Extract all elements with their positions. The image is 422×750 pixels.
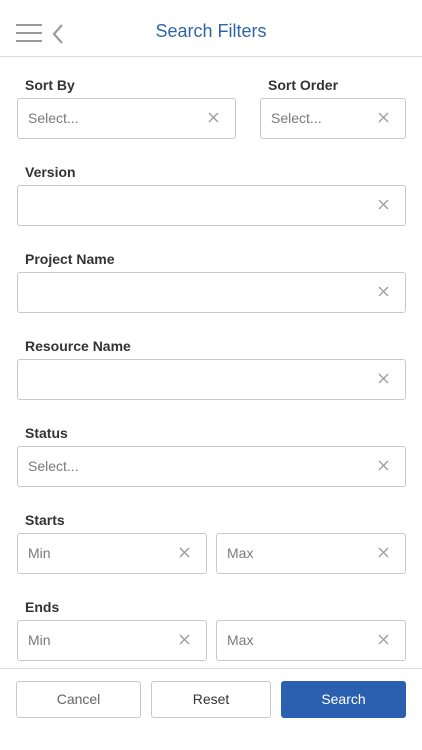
header-bar: Search Filters [0, 0, 422, 57]
page-title: Search Filters [155, 21, 267, 41]
clear-icon[interactable] [179, 547, 190, 558]
version-input[interactable] [17, 185, 406, 226]
clear-icon[interactable] [378, 112, 389, 123]
clear-icon[interactable] [378, 460, 389, 471]
resource-name-input[interactable] [17, 359, 406, 400]
project-name-input[interactable] [17, 272, 406, 313]
starts-min-placeholder: Min [28, 545, 51, 561]
starts-max-input[interactable]: Max [216, 533, 406, 574]
clear-icon[interactable] [378, 547, 389, 558]
starts-max-placeholder: Max [227, 545, 254, 561]
clear-icon[interactable] [179, 634, 190, 645]
clear-icon[interactable] [208, 112, 219, 123]
cancel-button[interactable]: Cancel [16, 681, 141, 718]
sort-by-label: Sort By [25, 77, 75, 93]
ends-max-placeholder: Max [227, 632, 254, 648]
sort-order-placeholder: Select... [271, 110, 322, 126]
status-label: Status [25, 425, 68, 441]
starts-label: Starts [25, 512, 65, 528]
sort-order-select[interactable]: Select... [260, 98, 406, 139]
version-label: Version [25, 164, 76, 180]
sort-by-placeholder: Select... [28, 110, 79, 126]
resource-name-label: Resource Name [25, 338, 131, 354]
ends-max-input[interactable]: Max [216, 620, 406, 661]
sort-order-label: Sort Order [268, 77, 339, 93]
search-button[interactable]: Search [281, 681, 406, 718]
footer-bar: Cancel Reset Search [0, 668, 422, 750]
clear-icon[interactable] [378, 634, 389, 645]
sort-by-select[interactable]: Select... [17, 98, 236, 139]
clear-icon[interactable] [378, 286, 389, 297]
ends-min-input[interactable]: Min [17, 620, 207, 661]
clear-icon[interactable] [378, 373, 389, 384]
clear-icon[interactable] [378, 199, 389, 210]
project-name-label: Project Name [25, 251, 115, 267]
status-select[interactable]: Select... [17, 446, 406, 487]
reset-button[interactable]: Reset [151, 681, 271, 718]
ends-min-placeholder: Min [28, 632, 51, 648]
status-placeholder: Select... [28, 458, 79, 474]
starts-min-input[interactable]: Min [17, 533, 207, 574]
ends-label: Ends [25, 599, 60, 615]
